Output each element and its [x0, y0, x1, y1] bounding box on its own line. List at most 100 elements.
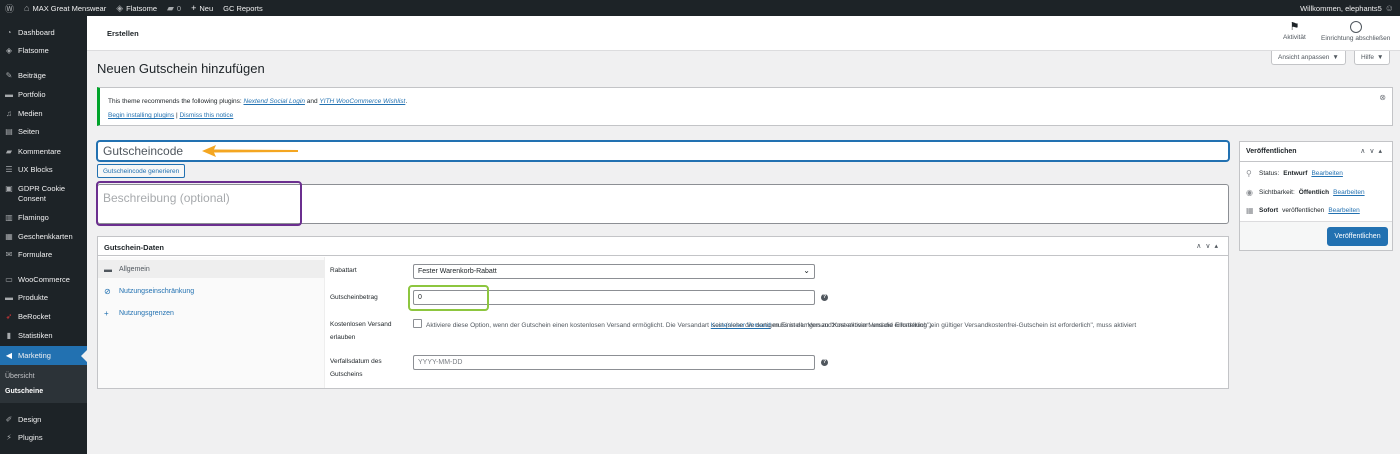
sidebar-item-label: Medien [18, 109, 43, 118]
publish-title: Veröffentlichen [1246, 148, 1297, 155]
visibility-label: Sichtbarkeit: [1259, 189, 1295, 196]
reports-label: GC Reports [223, 3, 263, 13]
notice-suffix: . [405, 98, 408, 105]
sidebar-item-products[interactable]: ▬ Produkte [0, 293, 87, 303]
free-shipping-label-line2: erlauben [330, 334, 356, 341]
sidebar-item-portfolio[interactable]: ▬ Portfolio [0, 90, 87, 100]
begin-installing-link[interactable]: Begin installing plugins [108, 112, 174, 119]
metabox-controls[interactable]: ∧∨▴ [1360, 147, 1386, 155]
lock-icon: ▣ [5, 184, 13, 193]
sidebar-item-gift-cards[interactable]: ▦ Geschenkkarten [0, 232, 87, 242]
sidebar-item-woocommerce[interactable]: ▭ WooCommerce [0, 275, 87, 285]
new-label: Neu [199, 3, 214, 13]
sidebar-item-label: Portfolio [18, 90, 46, 99]
woo-icon: ▭ [5, 275, 13, 284]
plugin-notice: This theme recommends the following plug… [97, 87, 1393, 126]
amount-input[interactable] [413, 290, 815, 305]
generate-code-button[interactable]: Gutscheincode generieren [97, 164, 186, 178]
sidebar-item-berocket[interactable]: ➶ BeRocket [0, 312, 87, 322]
sidebar-item-label: Seiten [18, 127, 40, 136]
portfolio-icon: ▬ [5, 90, 13, 99]
free-shipping-checkbox[interactable] [413, 319, 422, 328]
marketing-submenu: Übersicht Gutscheine [0, 365, 87, 403]
tab-usage-restriction[interactable]: ⊘ Nutzungseinschränkung [98, 282, 325, 300]
theme-menu[interactable]: ◈ Flatsome [111, 0, 162, 16]
caret-down-icon: ▼ [1377, 54, 1384, 61]
account-menu[interactable]: Willkommen, elephants5 ☺ [1300, 3, 1400, 13]
sidebar-item-design[interactable]: ✐ Design [0, 415, 87, 425]
theme-name: Flatsome [126, 3, 157, 13]
wordpress-logo-menu[interactable]: Ⓦ [0, 0, 19, 16]
plug-icon: ⚡ [6, 433, 12, 442]
sidebar-item-statistics[interactable]: ▮ Statistiken [0, 331, 87, 341]
tab-general[interactable]: ▬ Allgemein [98, 260, 325, 278]
help-icon[interactable]: ? [821, 294, 828, 301]
metabox-header: Gutschein-Daten ∧∨▴ [98, 237, 1228, 256]
screen-options-label: Ansicht anpassen [1278, 54, 1330, 61]
sidebar-item-label: Statistiken [18, 331, 53, 340]
edit-visibility-link[interactable]: Bearbeiten [1333, 189, 1364, 196]
expiry-label: Verfallsdatum des Gutscheins [330, 355, 382, 381]
site-name-menu[interactable]: ⌂ MAX Great Menswear [19, 0, 111, 16]
sidebar-item-pages[interactable]: ▤ Seiten [0, 127, 87, 137]
free-shipping-label-line1: Kostenlosen Versand [330, 321, 392, 328]
help-icon[interactable]: ? [821, 359, 828, 366]
discount-type-label: Rabattart [330, 267, 357, 274]
submenu-item-coupons[interactable]: Gutscheine [5, 388, 43, 395]
active-indicator [81, 350, 87, 362]
plugin-link-yith[interactable]: YITH WooCommerce Wishlist [319, 98, 405, 105]
sidebar-item-ux-blocks[interactable]: ☰ UX Blocks [0, 165, 87, 175]
sidebar-item-comments[interactable]: ▰ Kommentare [0, 147, 87, 157]
sidebar-item-gdpr[interactable]: ▣ GDPR Cookie Consent [0, 184, 87, 204]
edit-schedule-link[interactable]: Bearbeiten [1328, 207, 1359, 214]
mail-icon: ✉ [5, 250, 13, 259]
edit-status-link[interactable]: Bearbeiten [1311, 170, 1342, 177]
dismiss-notice-link[interactable]: Dismiss this notice [179, 112, 233, 119]
admin-sidebar: ◔ Dashboard ◈ Flatsome ✎ Beiträge ▬ Portfoli… [0, 16, 87, 454]
sidebar-item-media[interactable]: ♫ Medien [0, 109, 87, 119]
flatsome-icon: ◈ [5, 46, 13, 55]
plugin-link-nextend[interactable]: Nextend Social Login [244, 98, 305, 105]
tab-usage-limits[interactable]: + Nutzungsgrenzen [98, 304, 325, 322]
description-textarea[interactable] [97, 184, 1229, 224]
free-shipping-desc-part1: Aktiviere diese Option, wenn der Gutsche… [426, 322, 709, 329]
visibility-value: Öffentlich [1298, 189, 1330, 196]
notice-message: This theme recommends the following plug… [108, 98, 407, 105]
publish-status-row: ⚲ Status: Entwurf Bearbeiten [1246, 169, 1343, 178]
publish-button[interactable]: Veröffentlichen [1327, 227, 1388, 246]
expiry-label-line1: Verfallsdatum des [330, 358, 382, 365]
sidebar-item-dashboard[interactable]: ◔ Dashboard [0, 28, 87, 38]
sidebar-item-flamingo[interactable]: ▥ Flamingo [0, 213, 87, 223]
screen-options-button[interactable]: Ansicht anpassen ▼ [1271, 51, 1346, 65]
metabox-title: Gutschein-Daten [104, 243, 165, 252]
expiry-date-input[interactable] [413, 355, 815, 370]
discount-type-select[interactable]: Fester Warenkorb-Rabatt ⌄ [413, 264, 815, 279]
help-label: Hilfe [1361, 54, 1375, 61]
products-icon: ▬ [5, 293, 13, 302]
activity-button[interactable]: ⚑ Aktivität [1283, 20, 1306, 41]
setup-button[interactable]: Einrichtung abschließen [1321, 20, 1390, 42]
sidebar-item-posts[interactable]: ✎ Beiträge [0, 71, 87, 81]
media-icon: ♫ [6, 109, 12, 118]
sidebar-item-label: Kommentare [18, 147, 61, 156]
sidebar-item-flatsome[interactable]: ◈ Flatsome [0, 46, 87, 56]
new-content-menu[interactable]: + Neu [186, 0, 218, 16]
free-shipping-desc-part3: sein (siehe die dortigen Einstellungen z… [711, 322, 934, 329]
header-title: Erstellen [107, 29, 139, 38]
submenu-item-overview[interactable]: Übersicht [5, 373, 35, 380]
tab-label: Nutzungsgrenzen [119, 309, 174, 317]
sidebar-item-label: UX Blocks [18, 165, 53, 174]
reports-menu[interactable]: GC Reports [218, 0, 268, 16]
rocket-icon: ➶ [5, 312, 13, 321]
help-button[interactable]: Hilfe ▼ [1354, 51, 1391, 65]
sidebar-item-forms[interactable]: ✉ Formulare [0, 250, 87, 260]
sidebar-item-marketing[interactable]: ◀ Marketing [0, 346, 87, 365]
comments-menu[interactable]: ▰ 0 [162, 0, 186, 16]
sidebar-item-plugins[interactable]: ⚡ Plugins [0, 433, 87, 443]
notice-actions: Begin installing plugins | Dismiss this … [108, 112, 233, 119]
brush-icon: ✐ [5, 415, 13, 424]
close-icon[interactable]: ⊗ [1379, 93, 1386, 102]
schedule-suffix: veröffentlichen [1282, 207, 1325, 214]
eye-icon: ◉ [1246, 188, 1253, 197]
metabox-controls[interactable]: ∧∨▴ [1196, 242, 1222, 250]
